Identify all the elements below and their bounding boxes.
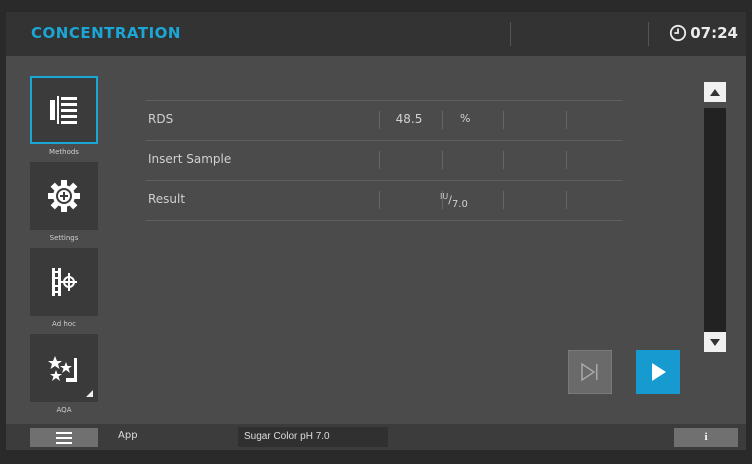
- sidebar-item-aqa[interactable]: [30, 334, 98, 402]
- sidebar-item-label: Methods: [49, 148, 79, 156]
- header-divider: [648, 22, 649, 46]
- gear-icon: [48, 180, 80, 212]
- scroll-up-icon: [710, 88, 720, 96]
- clock-icon: [670, 24, 687, 42]
- scroll-down-button[interactable]: [704, 332, 726, 352]
- unit-sup: IU: [440, 192, 449, 201]
- footer-bar: App Sugar Color pH 7.0 i: [6, 424, 746, 450]
- info-button[interactable]: i: [674, 428, 738, 447]
- scrollbar-track[interactable]: [704, 108, 726, 340]
- row-value: 48.5: [395, 112, 423, 126]
- row-unit: %: [460, 112, 471, 125]
- header-bar: CONCENTRATION 07:24: [6, 12, 746, 56]
- sidebar-item-label: AQA: [56, 406, 72, 414]
- method-name-field: Sugar Color pH 7.0: [238, 427, 388, 447]
- aqa-stars-icon: [48, 356, 77, 382]
- sidebar-item-settings[interactable]: [30, 162, 98, 230]
- table-row: Insert Sample: [146, 140, 622, 180]
- clock-time: 07:24: [690, 24, 738, 42]
- header-divider: [510, 22, 511, 46]
- row-unit: IU/7.0: [440, 192, 468, 210]
- row-label: Result: [148, 192, 186, 206]
- screen: CONCENTRATION 07:24 Methods Settings Ad …: [6, 12, 746, 450]
- play-icon: [652, 363, 666, 381]
- sidebar-item-ad-hoc[interactable]: [30, 248, 98, 316]
- corner-marker: [86, 390, 93, 397]
- sidebar-item-label: Settings: [49, 234, 79, 242]
- ad-hoc-measure-icon: [52, 268, 77, 296]
- methods-list-icon: [50, 96, 77, 124]
- unit-sub: 7.0: [451, 198, 468, 210]
- row-label: RDS: [148, 112, 174, 126]
- table-row: Result IU/7.0: [146, 180, 622, 221]
- skip-button[interactable]: [568, 350, 612, 394]
- page-title: CONCENTRATION: [31, 24, 181, 42]
- row-label: Insert Sample: [148, 152, 232, 166]
- scroll-up-button[interactable]: [704, 82, 726, 102]
- play-button[interactable]: [636, 350, 680, 394]
- app-label: App: [118, 430, 138, 441]
- sidebar-item-methods[interactable]: [30, 76, 98, 144]
- menu-button[interactable]: [30, 428, 98, 447]
- skip-icon: [581, 362, 598, 382]
- table-row: RDS 48.5 %: [146, 100, 622, 140]
- clock: 07:24: [669, 24, 738, 42]
- scroll-down-icon: [710, 338, 720, 346]
- hamburger-menu-icon: [56, 431, 72, 444]
- sidebar-item-label: Ad hoc: [52, 320, 76, 328]
- measurement-table: RDS 48.5 % Insert Sample Result IU/7.0: [146, 100, 622, 221]
